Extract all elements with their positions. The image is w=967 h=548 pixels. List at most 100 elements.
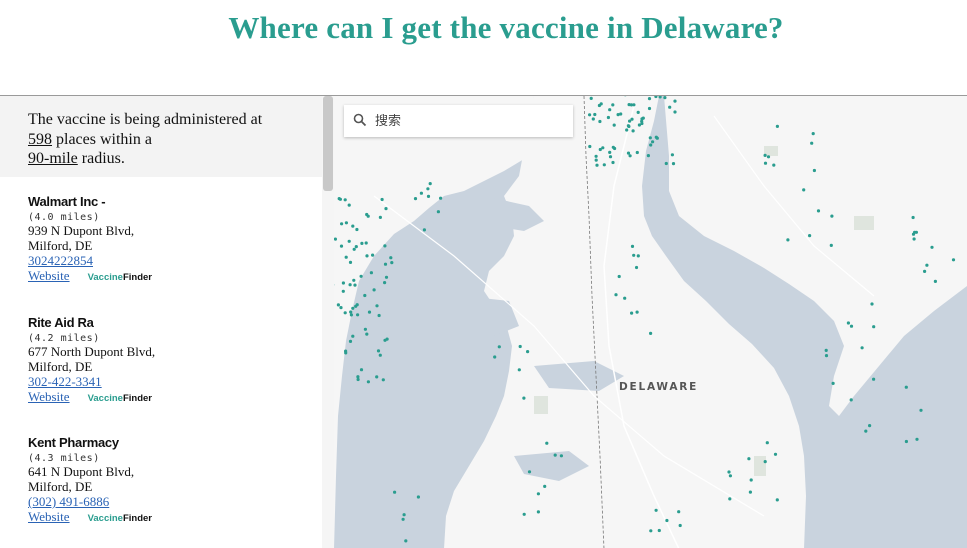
- vaccine-site-marker[interactable]: [339, 244, 344, 248]
- location-website-link[interactable]: Website: [28, 268, 70, 283]
- vaccine-site-marker[interactable]: [673, 110, 677, 114]
- vaccine-site-marker[interactable]: [911, 215, 915, 220]
- vaccine-site-marker[interactable]: [545, 441, 549, 445]
- vaccine-site-marker[interactable]: [380, 197, 384, 202]
- vaccine-site-marker[interactable]: [654, 508, 658, 512]
- vaccine-site-marker[interactable]: [599, 102, 603, 106]
- vaccine-site-marker[interactable]: [390, 261, 394, 265]
- vaccine-site-marker[interactable]: [748, 490, 752, 494]
- vaccine-site-marker[interactable]: [428, 182, 432, 186]
- vaccine-site-marker[interactable]: [636, 110, 640, 114]
- vaccine-site-marker[interactable]: [591, 117, 595, 121]
- vaccine-site-marker[interactable]: [536, 492, 540, 496]
- vaccine-site-marker[interactable]: [630, 311, 634, 315]
- vaccine-site-marker[interactable]: [816, 209, 821, 213]
- vaccine-site-marker[interactable]: [365, 254, 369, 258]
- vaccine-site-marker[interactable]: [849, 324, 854, 328]
- vaccine-site-marker[interactable]: [849, 398, 853, 402]
- vaccine-site-marker[interactable]: [588, 113, 592, 117]
- vaccine-site-marker[interactable]: [635, 150, 639, 155]
- vaccine-site-marker[interactable]: [728, 497, 732, 501]
- vaccine-site-marker[interactable]: [663, 96, 667, 100]
- vaccine-site-marker[interactable]: [356, 313, 360, 317]
- vaccine-site-marker[interactable]: [436, 210, 440, 214]
- vaccine-site-marker[interactable]: [747, 457, 751, 461]
- vaccine-site-marker[interactable]: [612, 123, 616, 127]
- map-canvas[interactable]: [334, 96, 967, 548]
- vaccine-site-marker[interactable]: [384, 275, 389, 279]
- vaccine-site-marker[interactable]: [341, 281, 345, 285]
- vaccine-site-marker[interactable]: [651, 140, 655, 144]
- vaccine-site-marker[interactable]: [543, 484, 547, 488]
- vaccine-site-marker[interactable]: [665, 518, 669, 523]
- vaccine-site-marker[interactable]: [419, 191, 423, 195]
- vaccine-site-marker[interactable]: [831, 381, 835, 385]
- vaccine-site-marker[interactable]: [343, 311, 347, 315]
- vaccine-site-marker[interactable]: [347, 239, 351, 243]
- vaccine-site-marker[interactable]: [864, 429, 868, 433]
- vaccine-site-marker[interactable]: [522, 512, 526, 516]
- vaccine-site-marker[interactable]: [497, 345, 501, 349]
- vaccine-site-marker[interactable]: [356, 377, 360, 382]
- location-phone-link[interactable]: 3024222854: [28, 253, 318, 268]
- vaccine-site-marker[interactable]: [630, 244, 635, 248]
- vaccine-site-marker[interactable]: [763, 153, 767, 157]
- vaccine-site-marker[interactable]: [824, 354, 829, 358]
- vaccine-site-marker[interactable]: [393, 490, 397, 494]
- vaccine-site-marker[interactable]: [351, 224, 355, 228]
- vaccine-site-marker[interactable]: [593, 112, 597, 117]
- vaccine-site-marker[interactable]: [632, 253, 636, 257]
- vaccine-site-marker[interactable]: [363, 327, 367, 331]
- vaccine-site-marker[interactable]: [383, 262, 388, 266]
- vaccine-site-marker[interactable]: [824, 348, 828, 352]
- vaccine-site-marker[interactable]: [951, 258, 956, 262]
- vaccine-site-marker[interactable]: [375, 375, 379, 379]
- vaccine-site-marker[interactable]: [363, 293, 367, 298]
- vaccine-site-marker[interactable]: [422, 228, 426, 232]
- vaccine-site-marker[interactable]: [536, 510, 540, 514]
- vaccine-site-marker[interactable]: [518, 344, 522, 349]
- vaccine-site-marker[interactable]: [608, 108, 612, 112]
- vaccine-site-marker[interactable]: [641, 116, 645, 120]
- vaccine-site-marker[interactable]: [614, 293, 618, 297]
- vaccine-site-marker[interactable]: [649, 143, 653, 147]
- vaccine-site-marker[interactable]: [493, 355, 497, 359]
- vaccine-site-marker[interactable]: [588, 144, 592, 149]
- vaccine-site-marker[interactable]: [630, 117, 634, 121]
- vaccine-site-marker[interactable]: [553, 453, 557, 457]
- vaccine-site-marker[interactable]: [649, 331, 653, 335]
- vaccine-site-marker[interactable]: [654, 135, 658, 139]
- vaccine-site-marker[interactable]: [673, 99, 677, 103]
- vaccine-sites-map[interactable]: DELAWARE: [334, 95, 967, 548]
- vaccine-site-marker[interactable]: [359, 368, 364, 372]
- vaccine-site-marker[interactable]: [608, 155, 613, 159]
- vaccine-site-marker[interactable]: [598, 147, 602, 152]
- vaccine-site-marker[interactable]: [872, 377, 876, 381]
- vaccine-site-marker[interactable]: [348, 260, 353, 264]
- map-search-box[interactable]: [344, 105, 573, 137]
- vaccine-site-marker[interactable]: [339, 306, 343, 310]
- vaccine-site-marker[interactable]: [636, 254, 640, 258]
- vaccine-site-marker[interactable]: [348, 339, 353, 343]
- vaccine-site-marker[interactable]: [366, 380, 370, 384]
- vaccine-site-marker[interactable]: [830, 214, 834, 218]
- vaccine-site-marker[interactable]: [517, 368, 521, 372]
- vaccine-site-marker[interactable]: [366, 214, 370, 218]
- vaccine-site-marker[interactable]: [389, 256, 393, 260]
- vaccine-site-marker[interactable]: [772, 163, 776, 167]
- vaccine-site-marker[interactable]: [526, 350, 530, 354]
- vaccine-site-marker[interactable]: [626, 124, 630, 128]
- vaccine-site-marker[interactable]: [678, 523, 682, 528]
- vaccine-site-marker[interactable]: [344, 255, 348, 259]
- vaccine-site-marker[interactable]: [727, 470, 731, 474]
- vaccine-site-marker[interactable]: [763, 460, 767, 464]
- vaccine-site-marker[interactable]: [611, 103, 615, 107]
- vaccine-site-marker[interactable]: [372, 288, 376, 292]
- vaccine-site-marker[interactable]: [664, 161, 668, 166]
- vaccine-site-marker[interactable]: [360, 241, 364, 245]
- vaccine-site-marker[interactable]: [775, 498, 779, 502]
- vaccine-site-marker[interactable]: [668, 105, 672, 109]
- vaccine-site-marker[interactable]: [648, 136, 652, 140]
- vaccine-site-marker[interactable]: [367, 310, 372, 314]
- vaccine-site-marker[interactable]: [354, 245, 358, 249]
